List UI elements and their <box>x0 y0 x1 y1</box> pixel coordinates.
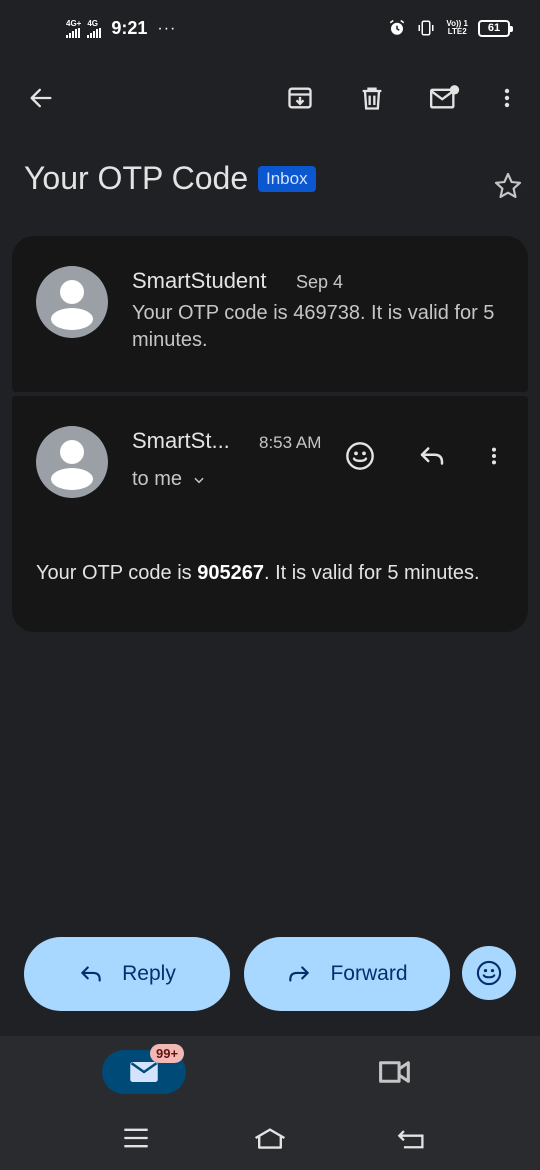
emoji-icon <box>476 960 502 986</box>
message-2-sender[interactable]: SmartSt... <box>132 428 230 454</box>
delete-button[interactable] <box>348 74 396 122</box>
archive-button[interactable] <box>276 74 324 122</box>
sender-avatar <box>36 426 108 498</box>
signal-bars-2-icon <box>87 27 102 38</box>
signal-bars-1-icon <box>66 27 80 38</box>
status-bar: 4G+ 4G 9:21 ··· Vo)) 1 LTE2 61 <box>0 0 540 60</box>
bottom-navigation: 99+ <box>0 1036 540 1106</box>
reply-label: Reply <box>122 962 176 985</box>
mail-unread-badge: 99+ <box>150 1044 185 1063</box>
reply-icon <box>420 447 444 465</box>
add-reaction-button[interactable] <box>340 436 380 476</box>
emoji-icon <box>346 442 374 470</box>
reply-message-button[interactable] <box>412 436 452 476</box>
message-collapsed[interactable]: SmartStudent Sep 4 Your OTP code is 4697… <box>12 236 528 392</box>
battery-level: 61 <box>487 22 501 34</box>
message-more-button[interactable] <box>474 436 514 476</box>
more-vert-icon <box>504 88 510 108</box>
body-prefix: Your OTP code is <box>36 562 198 584</box>
inbox-label-badge[interactable]: Inbox <box>258 166 316 192</box>
subject-row: Your OTP Code Inbox <box>24 156 524 206</box>
back-nav-button[interactable] <box>392 1122 432 1154</box>
message-1-snippet: Your OTP code is 469738. It is valid for… <box>132 302 495 351</box>
home-icon <box>254 1128 286 1149</box>
menu-lines-icon <box>124 1128 148 1148</box>
forward-button[interactable]: Forward <box>244 937 450 1011</box>
more-vert-icon <box>491 447 497 465</box>
battery-icon: 61 <box>478 19 513 37</box>
more-options-button[interactable] <box>483 74 531 122</box>
mail-icon <box>130 1062 158 1082</box>
volte-indicator: Vo)) 1 LTE2 <box>446 19 468 36</box>
email-subject: Your OTP Code <box>24 160 249 196</box>
mark-unread-icon <box>430 85 460 109</box>
message-expanded: SmartSt... 8:53 AM to me Your OTP code i… <box>12 396 528 632</box>
alarm-icon <box>390 19 405 35</box>
message-1-date: Sep 4 <box>296 272 344 292</box>
vibrate-icon <box>418 20 434 36</box>
message-1-sender: SmartStudent <box>132 268 267 293</box>
network-1: 4G+ <box>66 18 82 38</box>
sender-avatar <box>36 266 108 338</box>
forward-label: Forward <box>330 962 408 985</box>
arrow-back-icon <box>30 88 52 108</box>
star-icon[interactable] <box>492 170 524 202</box>
top-toolbar <box>0 70 540 126</box>
back-button[interactable] <box>17 74 65 122</box>
system-navigation <box>0 1106 540 1170</box>
forward-icon <box>289 966 310 982</box>
back-nav-icon <box>397 1130 424 1149</box>
body-suffix: . It is valid for 5 minutes. <box>263 562 480 584</box>
recipient-details-toggle[interactable]: to me <box>132 468 206 491</box>
message-2-body: Your OTP code is 905267. It is valid for… <box>36 562 480 585</box>
archive-icon <box>288 87 312 109</box>
status-left: 4G+ 4G 9:21 ··· <box>66 18 176 39</box>
video-call-icon[interactable] <box>376 1056 416 1088</box>
recents-button[interactable] <box>116 1122 156 1154</box>
reply-button[interactable]: Reply <box>24 937 230 1011</box>
message-2-time: 8:53 AM <box>259 433 322 452</box>
recipient-label: to me <box>132 468 183 490</box>
status-right: Vo)) 1 LTE2 61 <box>388 19 513 37</box>
network-1-label: 4G+ <box>66 18 82 28</box>
home-button[interactable] <box>250 1122 290 1154</box>
react-emoji-button[interactable] <box>462 946 516 1000</box>
trash-icon <box>362 87 382 110</box>
status-time: 9:21 <box>111 18 148 38</box>
network-2: 4G <box>87 18 102 38</box>
mark-unread-button[interactable] <box>420 74 468 122</box>
reply-icon <box>81 966 101 982</box>
network-2-label: 4G <box>87 18 99 28</box>
status-more-dots: ··· <box>157 19 177 37</box>
chevron-down-icon <box>194 477 204 483</box>
otp-code: 905267 <box>197 562 264 584</box>
